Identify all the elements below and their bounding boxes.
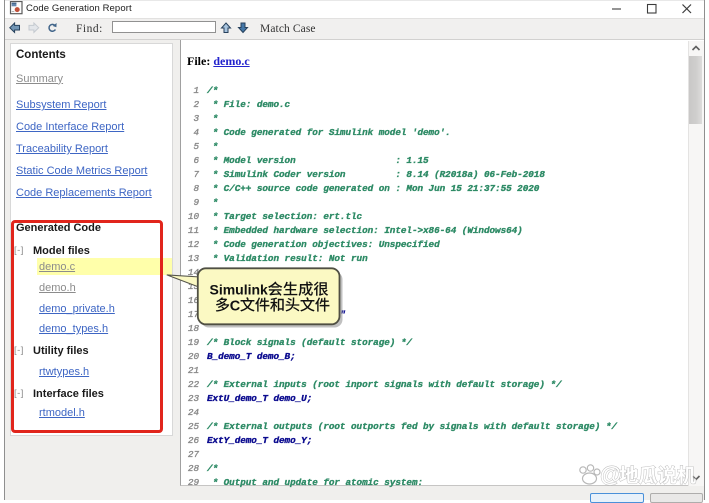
svg-text:Simulink: Simulink [210,282,269,298]
svg-text:@: @ [600,462,621,487]
svg-text:C: C [230,298,241,314]
